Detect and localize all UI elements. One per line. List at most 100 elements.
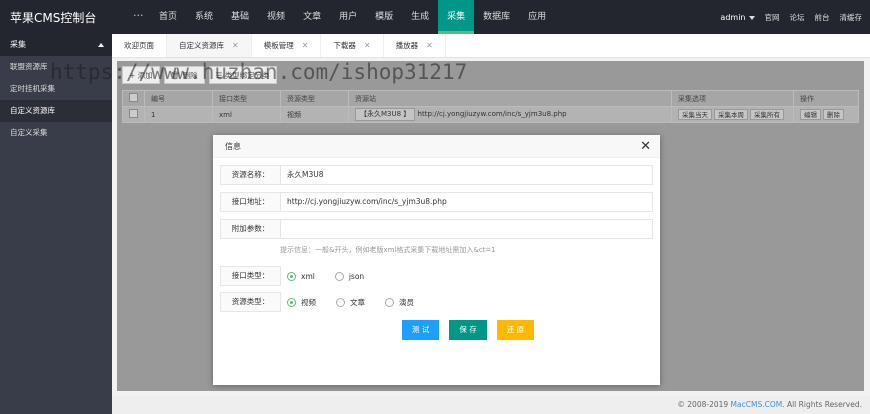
col-res-type: 资源类型 xyxy=(280,90,349,107)
more-menu-icon[interactable]: ··· xyxy=(133,9,144,22)
top-nav-system[interactable]: 系统 xyxy=(186,0,222,34)
dialog-buttons: 测 试 保 存 还 原 xyxy=(402,320,535,340)
url-field[interactable]: http://cj.yongjiuzyw.com/inc/s_yjm3u8.ph… xyxy=(281,192,653,212)
edit-button[interactable]: 编辑 xyxy=(800,109,821,120)
form-row-param: 附加参数： xyxy=(220,219,653,239)
tab-player[interactable]: 播放器 ✕ xyxy=(384,34,446,57)
col-id: 编号 xyxy=(144,90,213,107)
col-api-type: 接口类型 xyxy=(212,90,281,107)
api-type-option-json[interactable]: json xyxy=(334,271,365,281)
form-row-res-type: 资源类型： 视频 文章 演员 xyxy=(220,292,428,312)
remove-button[interactable]: 删除 xyxy=(823,109,844,120)
top-nav-apps[interactable]: 应用 xyxy=(519,0,555,34)
param-tip: 提示信息：一般&开头，例如老版xml格式采集下载地址需加入&ct=1 xyxy=(280,246,496,254)
radio-checked-icon xyxy=(287,297,296,307)
select-all-cell xyxy=(122,90,145,107)
row-checkbox[interactable] xyxy=(129,109,138,118)
res-type-radio-group: 视频 文章 演员 xyxy=(281,292,428,312)
top-nav-generate[interactable]: 生成 xyxy=(402,0,438,34)
tab-label: 欢迎页面 xyxy=(124,40,154,50)
watermark-text: https://www.huzhan.com/ishop31217 xyxy=(50,60,468,84)
site-url: http://cj.yongjiuzyw.com/inc/s_yjm3u8.ph… xyxy=(417,110,567,118)
close-icon[interactable]: ✕ xyxy=(232,34,239,58)
top-nav-home[interactable]: 首页 xyxy=(150,0,186,34)
tab-template[interactable]: 模板管理 ✕ xyxy=(252,34,322,57)
api-type-radio-group: xml json xyxy=(281,266,378,286)
collect-week-button[interactable]: 采集本周 xyxy=(714,109,748,120)
link-clear-cache[interactable]: 清缓存 xyxy=(840,12,863,23)
tab-bar: 欢迎页面 自定义资源库 ✕ 模板管理 ✕ 下载器 ✕ 播放器 ✕ xyxy=(112,34,870,58)
res-type-label: 资源类型： xyxy=(220,292,281,312)
top-nav-basic[interactable]: 基础 xyxy=(222,0,258,34)
cell-api-type: xml xyxy=(212,106,281,123)
radio-unchecked-icon xyxy=(334,271,344,281)
res-type-option-actor[interactable]: 演员 xyxy=(385,297,414,308)
tab-label: 自定义资源库 xyxy=(179,40,224,50)
top-nav-video[interactable]: 视频 xyxy=(258,0,294,34)
sidebar-item-custom-source[interactable]: 自定义资源库 xyxy=(0,100,112,122)
radio-unchecked-icon xyxy=(385,297,394,307)
option-label: json xyxy=(348,271,365,281)
reset-button[interactable]: 还 原 xyxy=(496,320,535,340)
top-nav-article[interactable]: 文章 xyxy=(294,0,330,34)
source-table: 编号 接口类型 资源类型 资源站 采集选项 操作 1 xml 视频 【永久M3U… xyxy=(122,90,859,123)
api-type-label: 接口类型： xyxy=(220,266,281,286)
link-frontend[interactable]: 前台 xyxy=(815,12,830,23)
res-type-option-video[interactable]: 视频 xyxy=(287,297,316,308)
cell-id: 1 xyxy=(144,106,213,123)
url-label: 接口地址： xyxy=(220,192,281,212)
link-forum[interactable]: 论坛 xyxy=(790,12,805,23)
user-menu[interactable]: admin xyxy=(720,13,755,22)
close-icon[interactable]: ✕ xyxy=(364,34,371,58)
footer-brand-link[interactable]: MacCMS.COM xyxy=(731,400,783,409)
tab-custom-source[interactable]: 自定义资源库 ✕ xyxy=(167,34,252,57)
form-row-url: 接口地址： http://cj.yongjiuzyw.com/inc/s_yjm… xyxy=(220,192,653,212)
tab-label: 下载器 xyxy=(333,40,356,50)
collect-today-button[interactable]: 采集当天 xyxy=(678,109,712,120)
tab-label: 播放器 xyxy=(395,40,419,50)
chevron-down-icon xyxy=(748,15,755,20)
param-label: 附加参数： xyxy=(220,219,281,239)
dialog-title: 信息 xyxy=(225,142,241,151)
collect-all-button[interactable]: 采集所有 xyxy=(750,109,784,120)
tab-welcome[interactable]: 欢迎页面 xyxy=(112,34,167,57)
tab-label: 模板管理 xyxy=(263,40,294,50)
col-site: 资源站 xyxy=(348,90,672,107)
select-all-checkbox[interactable] xyxy=(129,93,138,102)
app-logo[interactable]: 苹果CMS控制台 xyxy=(10,9,96,26)
option-label: 文章 xyxy=(350,297,365,307)
sidebar: 采集 联盟资源库 定时挂机采集 自定义资源库 自定义采集 xyxy=(0,34,112,414)
save-button[interactable]: 保 存 xyxy=(449,320,487,340)
top-nav: 首页 系统 基础 视频 文章 用户 模版 生成 采集 数据库 应用 xyxy=(150,0,555,34)
top-nav-collect[interactable]: 采集 xyxy=(438,0,475,34)
link-official[interactable]: 官网 xyxy=(765,12,780,23)
tab-downloader[interactable]: 下载器 ✕ xyxy=(321,34,384,58)
form-row-api-type: 接口类型： xml json xyxy=(220,266,378,286)
res-type-option-article[interactable]: 文章 xyxy=(336,297,365,308)
col-actions: 操作 xyxy=(793,90,859,107)
info-dialog: 信息 ✕ 资源名称： 永久M3U8 接口地址： http://cj.yongji… xyxy=(213,135,660,385)
api-type-option-xml[interactable]: xml xyxy=(287,271,315,281)
option-label: 视频 xyxy=(301,297,316,307)
close-icon[interactable]: ✕ xyxy=(640,135,651,158)
name-field[interactable]: 永久M3U8 xyxy=(281,165,653,185)
top-right-links: admin 官网 论坛 前台 清缓存 xyxy=(720,0,862,34)
top-nav-database[interactable]: 数据库 xyxy=(474,0,519,34)
cell-site: 【永久M3U8 】 http://cj.yongjiuzyw.com/inc/s… xyxy=(348,106,672,123)
footer-rights: . All Rights Reserved. xyxy=(782,400,862,409)
sidebar-item-custom-collect[interactable]: 自定义采集 xyxy=(0,122,112,144)
close-icon[interactable]: ✕ xyxy=(426,34,433,58)
form-row-name: 资源名称： 永久M3U8 xyxy=(220,165,653,185)
site-name-tag[interactable]: 【永久M3U8 】 xyxy=(355,108,416,121)
test-button[interactable]: 测 试 xyxy=(402,320,440,340)
sidebar-group-collect[interactable]: 采集 xyxy=(0,34,112,56)
name-label: 资源名称： xyxy=(220,165,281,185)
cell-actions: 编辑 删除 xyxy=(793,106,859,123)
close-icon[interactable]: ✕ xyxy=(302,34,309,58)
option-label: 演员 xyxy=(399,297,414,307)
param-field[interactable] xyxy=(281,219,653,239)
top-nav-user[interactable]: 用户 xyxy=(330,0,366,34)
top-nav-template[interactable]: 模版 xyxy=(366,0,402,34)
footer: © 2008-2019 MacCMS.COM. All Rights Reser… xyxy=(112,396,870,414)
col-options: 采集选项 xyxy=(671,90,794,107)
